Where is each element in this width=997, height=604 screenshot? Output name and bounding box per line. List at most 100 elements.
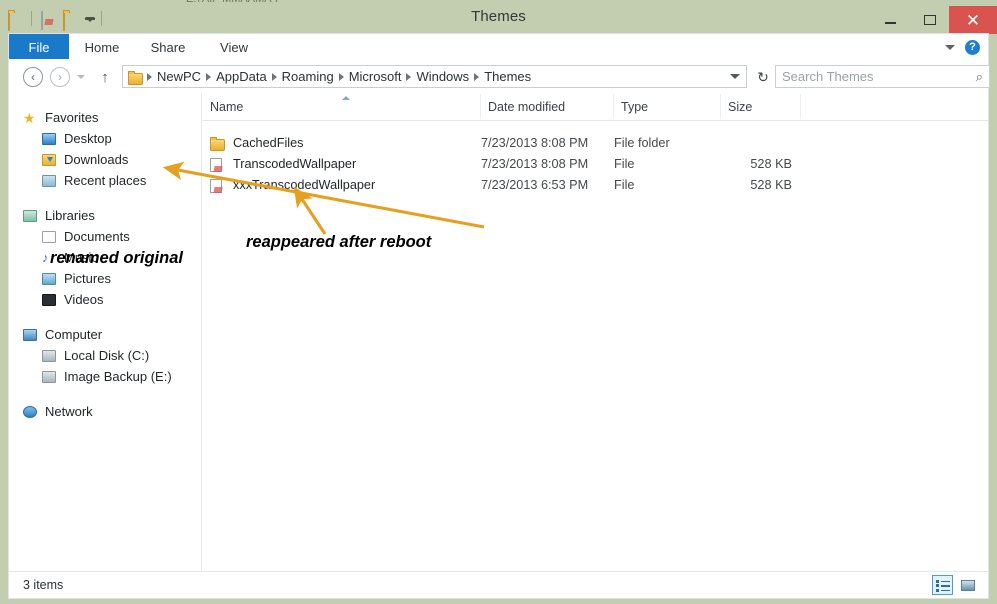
breadcrumb-separator-icon <box>206 73 211 81</box>
details-view-button[interactable] <box>932 575 953 595</box>
sidebar-label: Pictures <box>64 271 111 286</box>
column-header-type[interactable]: Type <box>614 94 721 119</box>
file-name-cell[interactable]: xxxTranscodedWallpaper <box>203 174 481 195</box>
search-icon: ⌕ <box>976 69 983 85</box>
sidebar-item-pictures[interactable]: Pictures <box>9 268 201 289</box>
file-icon <box>210 157 226 171</box>
file-name-cell[interactable]: CachedFiles <box>203 132 481 153</box>
sidebar-label: Libraries <box>45 208 95 223</box>
forward-button[interactable]: › <box>50 67 70 87</box>
breadcrumb-separator-icon <box>474 73 479 81</box>
ribbon-tab-bar: File Home Share View ? <box>8 33 989 59</box>
disk-icon <box>42 350 59 362</box>
breadcrumb-item-themes[interactable]: Themes <box>480 69 535 84</box>
file-type-cell: File <box>614 174 721 195</box>
close-button[interactable]: ✕ <box>949 6 997 34</box>
large-icons-view-icon <box>961 580 975 591</box>
file-size-cell <box>721 132 801 153</box>
sidebar-spacer <box>9 191 201 205</box>
recent-locations-caret-icon[interactable] <box>77 75 85 79</box>
minimize-button[interactable] <box>871 6 910 34</box>
breadcrumb-separator-icon <box>147 73 152 81</box>
sidebar-label: Local Disk (C:) <box>64 348 149 363</box>
breadcrumb-item-windows[interactable]: Windows <box>412 69 473 84</box>
column-header-name[interactable]: Name <box>203 94 481 119</box>
sidebar-item-recent-places[interactable]: Recent places <box>9 170 201 191</box>
sidebar-item-downloads[interactable]: Downloads <box>9 149 201 170</box>
file-name-cell[interactable]: TranscodedWallpaper <box>203 153 481 174</box>
breadcrumb-item-newpc[interactable]: NewPC <box>153 69 205 84</box>
network-icon <box>23 406 40 418</box>
tab-view[interactable]: View <box>201 34 267 60</box>
help-icon[interactable]: ? <box>965 40 980 55</box>
sidebar-item-computer[interactable]: Computer <box>9 324 201 345</box>
breadcrumb-separator-icon <box>406 73 411 81</box>
sidebar-item-desktop[interactable]: Desktop <box>9 128 201 149</box>
table-row[interactable]: CachedFiles 7/23/2013 8:08 PM File folde… <box>203 132 989 153</box>
search-box[interactable]: Search Themes ⌕ <box>775 65 990 88</box>
breadcrumb[interactable]: NewPC AppData Roaming Microsoft Windows … <box>122 65 747 88</box>
file-name: TranscodedWallpaper <box>233 157 356 171</box>
star-icon: ★ <box>23 111 40 125</box>
sidebar-item-documents[interactable]: Documents <box>9 226 201 247</box>
explorer-window: Themes ✕ File Home Share View ? ‹ › <box>0 6 997 604</box>
file-size-cell: 528 KB <box>721 174 801 195</box>
breadcrumb-item-appdata[interactable]: AppData <box>212 69 271 84</box>
background-window-title: E:\ AIF MMAAMA 7 <box>186 0 280 5</box>
details-view-icon <box>936 580 950 591</box>
refresh-icon[interactable]: ↻ <box>753 67 773 87</box>
documents-icon <box>42 231 59 243</box>
breadcrumb-item-microsoft[interactable]: Microsoft <box>345 69 406 84</box>
window-title: Themes <box>0 8 997 25</box>
tab-file[interactable]: File <box>9 34 69 60</box>
explorer-body: ★ Favorites Desktop Downloads Recent pla… <box>8 94 989 571</box>
up-button[interactable]: ↑ <box>97 67 113 87</box>
sidebar-item-image-backup-e[interactable]: Image Backup (E:) <box>9 366 201 387</box>
breadcrumb-dropdown-icon[interactable] <box>730 74 740 79</box>
sidebar-label: Computer <box>45 327 102 342</box>
list-top-spacer <box>203 121 989 132</box>
ribbon-right-controls: ? <box>945 34 980 60</box>
item-count-label: 3 items <box>23 578 63 592</box>
tab-share[interactable]: Share <box>135 34 201 60</box>
sidebar-spacer <box>9 387 201 401</box>
back-button[interactable]: ‹ <box>23 67 43 87</box>
sidebar-spacer <box>9 310 201 324</box>
videos-icon <box>42 294 59 306</box>
sidebar-item-videos[interactable]: Videos <box>9 289 201 310</box>
breadcrumb-separator-icon <box>339 73 344 81</box>
annotation-reappeared-after-reboot: reappeared after reboot <box>246 233 431 252</box>
breadcrumb-separator-icon <box>272 73 277 81</box>
file-date-cell: 7/23/2013 8:08 PM <box>481 153 614 174</box>
breadcrumb-folder-icon <box>128 71 143 83</box>
sort-ascending-icon <box>342 96 350 100</box>
sidebar-label: Documents <box>64 229 130 244</box>
table-row[interactable]: xxxTranscodedWallpaper 7/23/2013 6:53 PM… <box>203 174 989 195</box>
downloads-icon <box>42 154 59 166</box>
sidebar-item-libraries[interactable]: Libraries <box>9 205 201 226</box>
file-size-cell: 528 KB <box>721 153 801 174</box>
status-bar: 3 items <box>8 571 989 599</box>
chevron-down-icon[interactable] <box>945 45 955 50</box>
column-header-date-modified[interactable]: Date modified <box>481 94 614 119</box>
file-type-cell: File <box>614 153 721 174</box>
table-row[interactable]: TranscodedWallpaper 7/23/2013 8:08 PM Fi… <box>203 153 989 174</box>
maximize-button[interactable] <box>910 6 949 34</box>
sidebar-item-network[interactable]: Network <box>9 401 201 422</box>
search-input[interactable]: Search Themes <box>782 69 976 84</box>
address-bar-row: ‹ › ↑ NewPC AppData Roaming Microsoft Wi… <box>8 59 989 94</box>
sidebar-label: Image Backup (E:) <box>64 369 172 384</box>
column-headers: Name Date modified Type Size <box>203 94 989 121</box>
large-icons-view-button[interactable] <box>957 575 978 595</box>
column-label: Type <box>621 100 648 114</box>
sidebar-item-local-disk-c[interactable]: Local Disk (C:) <box>9 345 201 366</box>
sidebar-item-favorites[interactable]: ★ Favorites <box>9 107 201 128</box>
annotation-renamed-original: renamed original <box>50 249 183 268</box>
recent-places-icon <box>42 175 59 187</box>
file-name: CachedFiles <box>233 136 304 150</box>
file-icon <box>210 178 226 192</box>
close-icon: ✕ <box>966 12 980 29</box>
tab-home[interactable]: Home <box>69 34 135 60</box>
breadcrumb-item-roaming[interactable]: Roaming <box>278 69 338 84</box>
column-header-size[interactable]: Size <box>721 94 801 119</box>
